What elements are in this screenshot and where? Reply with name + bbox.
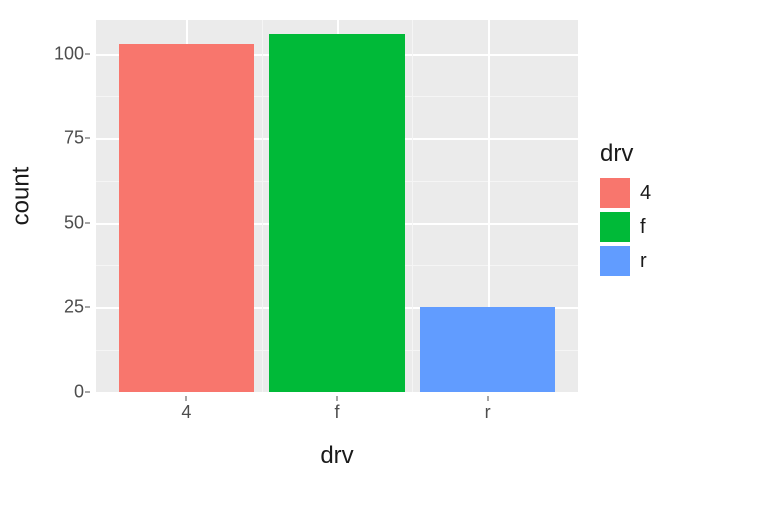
y-axis-title: count xyxy=(8,0,34,392)
legend-swatch xyxy=(600,246,630,276)
legend-title: drv xyxy=(600,140,740,168)
bar-f xyxy=(269,34,405,392)
y-tick-mark xyxy=(85,222,90,223)
y-tick-label: 100 xyxy=(34,43,84,64)
y-tick-mark xyxy=(85,307,90,308)
y-tick-label: 50 xyxy=(34,212,84,233)
x-tick-mark xyxy=(186,396,187,401)
bar-chart: count 0255075100 4fr drv drv 4fr xyxy=(0,0,768,512)
y-tick-label: 0 xyxy=(34,382,84,403)
legend-swatch-fill xyxy=(600,178,630,208)
y-tick-label: 25 xyxy=(34,297,84,318)
plot-panel xyxy=(96,20,578,392)
y-axis-ticks: 0255075100 xyxy=(34,20,90,392)
legend-swatch xyxy=(600,178,630,208)
x-tick-label: r xyxy=(485,402,491,423)
y-tick-mark xyxy=(85,53,90,54)
legend-item-f: f xyxy=(600,212,740,242)
bar-r xyxy=(420,307,556,392)
legend-swatch xyxy=(600,212,630,242)
legend-item-4: 4 xyxy=(600,178,740,208)
legend-item-r: r xyxy=(600,246,740,276)
x-axis-title-text: drv xyxy=(320,442,353,469)
legend-label: 4 xyxy=(640,182,651,205)
x-tick-mark xyxy=(487,396,488,401)
x-axis-ticks: 4 f r xyxy=(96,396,578,436)
x-tick-label: f xyxy=(334,402,339,423)
legend-label: r xyxy=(640,250,647,273)
legend-label: f xyxy=(640,216,646,239)
legend-swatch-fill xyxy=(600,246,630,276)
y-axis-title-text: count xyxy=(7,167,35,226)
grid-major-h xyxy=(96,392,578,394)
y-tick-mark xyxy=(85,138,90,139)
bar-4 xyxy=(119,44,255,392)
x-tick-label: 4 xyxy=(181,402,191,423)
y-tick-label: 75 xyxy=(34,128,84,149)
legend-swatch-fill xyxy=(600,212,630,242)
legend-items: 4 fr xyxy=(600,178,740,276)
legend: drv 4 fr xyxy=(600,140,740,280)
x-tick-mark xyxy=(337,396,338,401)
y-tick-mark xyxy=(85,392,90,393)
bars-layer xyxy=(96,20,578,392)
x-axis-title: drv xyxy=(96,442,578,470)
